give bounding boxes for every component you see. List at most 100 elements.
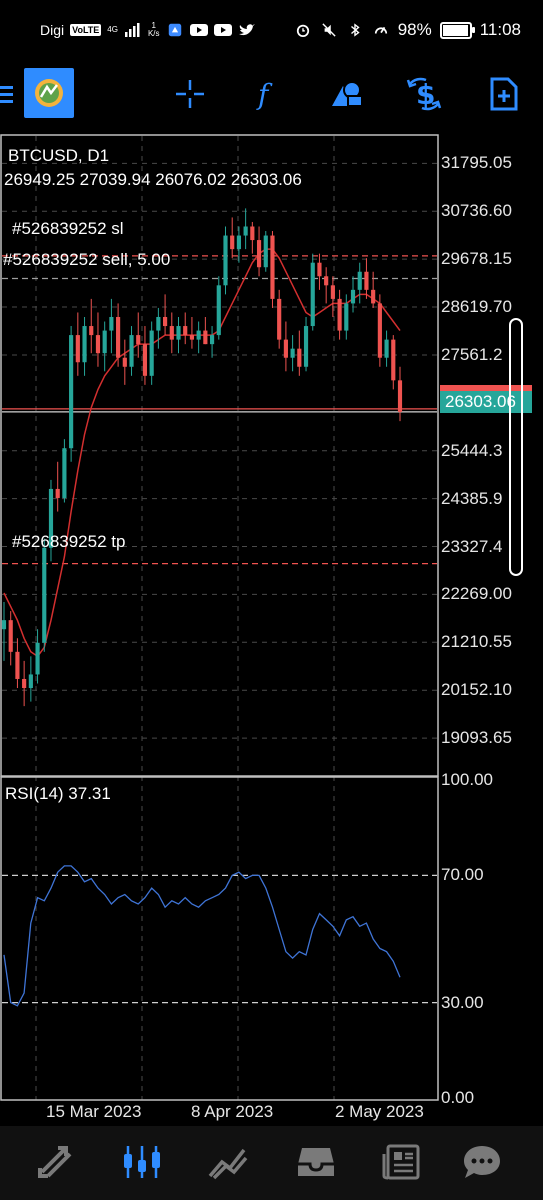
nav-news[interactable] (378, 1140, 426, 1184)
data-speed-unit: K/s (147, 29, 160, 38)
app-logo-button[interactable] (24, 68, 74, 118)
candle-body (142, 344, 148, 376)
candle-body (163, 316, 168, 327)
price-tick-label: 20152.10 (441, 680, 512, 700)
indicators-button[interactable]: f (244, 72, 288, 116)
status-left: Digi VoLTE 4G 1 K/s (40, 22, 256, 38)
rsi-tick-label: 100.00 (441, 770, 493, 789)
candle-body (364, 271, 369, 290)
price-tick-label: 22269.00 (441, 584, 512, 604)
twitter-icon (238, 24, 255, 36)
candle-body (371, 289, 376, 304)
candle-body (324, 276, 329, 286)
price-tick-label: 30736.60 (441, 201, 512, 221)
nav-messages[interactable] (458, 1140, 506, 1184)
nav-trade[interactable] (204, 1140, 252, 1184)
candle-body (250, 226, 255, 241)
rsi-tick-label: 0.00 (441, 1088, 475, 1107)
candle-body (337, 298, 342, 331)
candle-body (136, 335, 141, 345)
candle-body (310, 262, 315, 327)
svg-text:f: f (256, 78, 273, 110)
symbol-label: BTCUSD, D1 (8, 146, 110, 165)
chart-scroll-handle[interactable] (509, 318, 523, 576)
candle-body (109, 316, 114, 331)
carrier-label: Digi (40, 22, 65, 38)
rsi-tick-label: 30.00 (441, 992, 484, 1012)
price-tick-label: 25444.3 (441, 440, 503, 460)
battery-percent: 98% (397, 20, 432, 39)
candle-body (277, 298, 282, 340)
symbol-change-button[interactable]: $ (402, 72, 446, 116)
objects-button[interactable] (324, 72, 368, 116)
status-bar: Digi VoLTE 4G 1 K/s 98% 11:08 (0, 0, 543, 62)
candle-body (256, 240, 262, 268)
date-tick-label: 8 Apr 2023 (191, 1102, 274, 1121)
chart-toolbar: f $ (0, 62, 543, 124)
candle-body (263, 235, 268, 268)
candle-body (183, 326, 188, 336)
candle-body (122, 357, 127, 367)
candle-body (69, 335, 74, 449)
candle-body (297, 348, 302, 367)
app-notification-icon (168, 23, 181, 37)
candle-body (156, 316, 161, 331)
bluetooth-icon (350, 23, 360, 37)
candle-body (203, 330, 208, 345)
candle-body (384, 339, 389, 358)
new-order-icon (490, 77, 518, 111)
candle-body (55, 488, 60, 498)
candle-body (102, 330, 107, 354)
price-tick-label: 29678.15 (441, 249, 512, 269)
data-speed: 1 K/s (148, 22, 160, 38)
network-badge: 4G (107, 25, 118, 34)
status-right: 98% 11:08 (294, 20, 521, 40)
candle-body (330, 285, 335, 299)
candle-body (357, 271, 362, 290)
candle-body (290, 348, 295, 358)
symbol-change-icon: $ (406, 77, 442, 111)
date-tick-label: 15 Mar 2023 (46, 1102, 142, 1121)
youtube-icon (189, 24, 208, 36)
candle-body (196, 330, 201, 340)
crosshair-button[interactable] (168, 72, 212, 116)
candle-body (189, 335, 195, 340)
candle-body (42, 547, 47, 643)
candle-body (377, 303, 382, 358)
candle-body (35, 642, 40, 675)
candle-body (397, 380, 403, 412)
candle-body (176, 326, 181, 340)
candle-body (62, 448, 67, 498)
candle-body (75, 335, 80, 363)
menu-icon (0, 86, 13, 103)
nav-quotes[interactable] (32, 1140, 80, 1184)
price-tick-label: 23327.4 (441, 536, 503, 556)
bottom-navigation (0, 1126, 543, 1200)
speedometer-icon (374, 26, 387, 34)
candle-body (230, 235, 235, 250)
price-tick-label: 31795.05 (441, 153, 512, 173)
price-tick-label: 24385.9 (441, 488, 503, 508)
youtube-icon-2 (213, 24, 232, 36)
history-icon (298, 1148, 334, 1176)
candle-body (391, 339, 396, 381)
chart-area[interactable]: BTCUSD, D1 26949.25 27039.94 26076.02 26… (0, 134, 543, 1124)
new-order-button[interactable] (482, 72, 526, 116)
candle-body (129, 335, 134, 367)
candle-body (344, 303, 349, 331)
nav-history[interactable] (292, 1140, 340, 1184)
ohlc-label: 26949.25 27039.94 26076.02 26303.06 (4, 170, 302, 189)
signal-icon (124, 23, 140, 37)
chart-icon (124, 1146, 160, 1178)
chart-canvas[interactable] (0, 134, 543, 1124)
clock: 11:08 (479, 20, 521, 39)
candle-body (270, 235, 275, 299)
nav-chart[interactable] (118, 1140, 166, 1184)
price-tick-label: 28619.70 (441, 297, 512, 317)
objects-icon (332, 81, 363, 107)
candle-body (216, 285, 221, 336)
candle-body (15, 651, 20, 679)
candle-body (22, 678, 27, 689)
price-tick-label: 19093.65 (441, 728, 512, 748)
stop-loss-label: #526839252 sl (12, 219, 124, 238)
